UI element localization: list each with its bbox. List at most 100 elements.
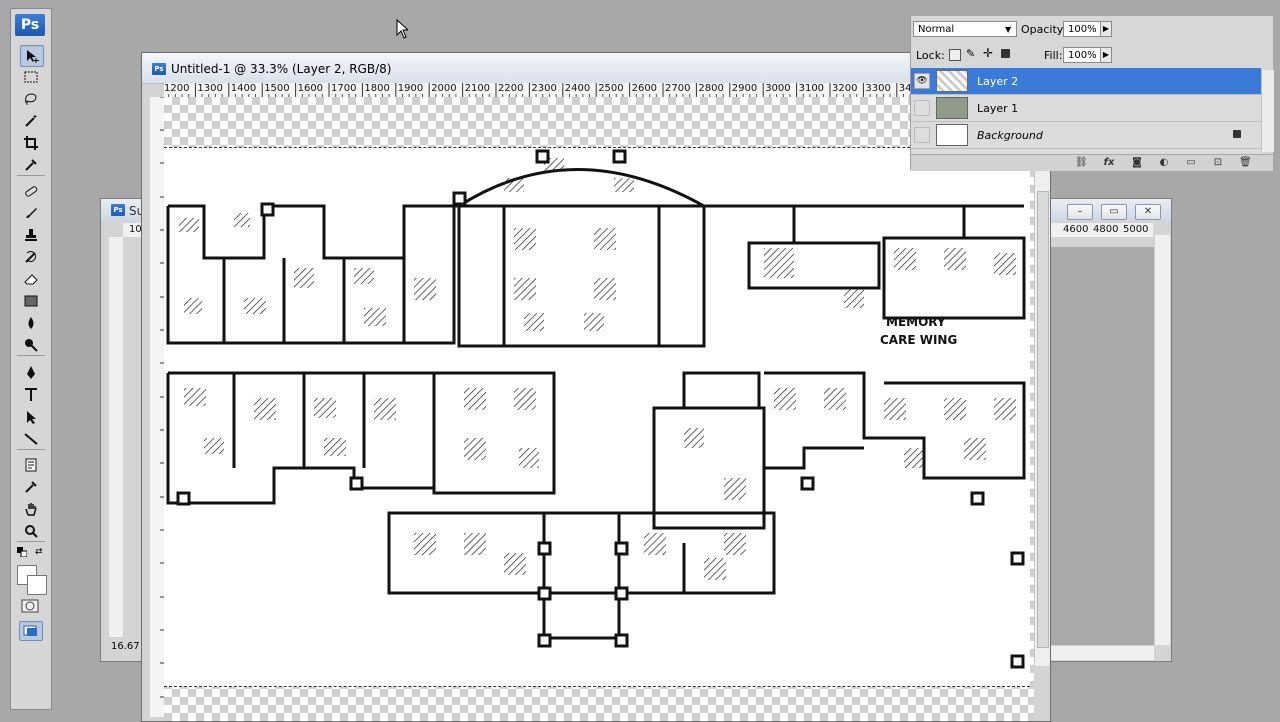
link-layers-icon[interactable]: ⛓ xyxy=(1075,157,1088,169)
toolbox-separator xyxy=(17,355,45,356)
layer-name[interactable]: Background xyxy=(977,129,1043,142)
layers-panel-footer: ⛓ fx ◙ ◐ ▭ ⊡ 🗑 xyxy=(911,154,1273,171)
ruler-tick: 2900 xyxy=(731,83,758,94)
ruler-tick: 2600 xyxy=(631,83,658,94)
layers-list: 👁 Layer 2 Layer 1 Background xyxy=(911,68,1261,154)
lock-label: Lock: xyxy=(916,49,945,62)
close-button[interactable]: ✕ xyxy=(1135,204,1161,220)
background-document-canvas[interactable] xyxy=(1046,247,1154,645)
horizontal-ruler[interactable]: 1200 1300 1400 1500 1600 1700 1800 1900 2000 2100… xyxy=(164,83,1034,98)
chevron-down-icon[interactable]: ▼ xyxy=(1005,25,1011,34)
line-tool-icon[interactable] xyxy=(20,429,42,449)
layer-thumbnail xyxy=(936,70,968,92)
adjustment-layer-icon[interactable]: ◐ xyxy=(1158,157,1170,169)
lock-all-icon[interactable] xyxy=(1001,49,1010,58)
background-document-vertical-ruler xyxy=(109,237,123,637)
crop-tool-icon[interactable] xyxy=(20,133,42,153)
layer-name[interactable]: Layer 1 xyxy=(977,102,1018,115)
move-tool-icon[interactable] xyxy=(20,45,44,67)
toolbox-separator xyxy=(17,541,45,542)
layer-row-layer-2[interactable]: 👁 Layer 2 xyxy=(911,68,1261,95)
gradient-tool-icon[interactable] xyxy=(20,291,42,311)
ruler-tick: 5000 xyxy=(1123,224,1149,235)
layer-row-layer-1[interactable]: Layer 1 xyxy=(911,95,1261,122)
horizontal-scrollbar[interactable] xyxy=(1046,645,1154,660)
ruler-tick: 3100 xyxy=(798,83,825,94)
layer-row-background[interactable]: Background xyxy=(911,122,1261,149)
ruler-tick: 2100 xyxy=(464,83,491,94)
background-color-swatch[interactable] xyxy=(27,575,47,595)
eraser-tool-icon[interactable] xyxy=(20,269,42,289)
type-tool-icon[interactable] xyxy=(20,385,42,405)
screen-mode-icon[interactable] xyxy=(19,621,43,641)
eye-icon[interactable] xyxy=(914,127,930,143)
add-mask-icon[interactable]: ◙ xyxy=(1131,157,1143,169)
ruler-tick: 2800 xyxy=(698,83,724,94)
vertical-scrollbar[interactable] xyxy=(1034,171,1050,666)
photoshop-logo: Ps xyxy=(15,14,45,36)
lock-image-icon[interactable]: ✎ xyxy=(966,47,975,60)
path-selection-tool-icon[interactable] xyxy=(20,407,42,427)
color-sampler-tool-icon[interactable] xyxy=(20,477,42,497)
vertical-scrollbar[interactable] xyxy=(1154,235,1170,645)
ruler-tick: 4800 xyxy=(1093,224,1119,235)
ruler-tick: 1900 xyxy=(397,83,424,94)
maximize-button[interactable]: ▭ xyxy=(1101,204,1127,220)
default-colors-icon[interactable] xyxy=(17,547,28,558)
healing-brush-tool-icon[interactable] xyxy=(20,181,42,201)
marquee-tool-icon[interactable] xyxy=(20,67,42,87)
toolbox-separator xyxy=(17,449,45,450)
blend-mode-select[interactable]: Normal xyxy=(913,21,1017,37)
layers-scrollbar[interactable] xyxy=(1261,70,1274,152)
lasso-tool-icon[interactable] xyxy=(20,89,42,109)
eye-icon[interactable] xyxy=(914,100,930,116)
opacity-slider-button[interactable]: ▶ xyxy=(1100,21,1112,37)
hand-tool-icon[interactable] xyxy=(20,499,42,519)
plan-label-care-wing: CARE WING xyxy=(880,333,957,347)
lock-icon xyxy=(1233,130,1241,138)
opacity-input[interactable]: 100% xyxy=(1063,21,1101,37)
lock-transparent-icon[interactable] xyxy=(949,49,961,61)
delete-layer-icon[interactable]: 🗑 xyxy=(1239,157,1252,169)
history-brush-tool-icon[interactable] xyxy=(20,247,42,267)
swap-colors-icon[interactable]: ⇄ xyxy=(35,547,45,557)
quick-mask-icon[interactable] xyxy=(21,599,39,613)
lock-position-icon[interactable]: ✛ xyxy=(983,46,993,60)
ruler-tick: 2500 xyxy=(598,83,624,94)
ps-document-icon: Ps xyxy=(111,204,125,216)
fill-slider-button[interactable]: ▶ xyxy=(1100,47,1112,63)
ruler-tick: 2000 xyxy=(431,83,457,94)
notes-tool-icon[interactable] xyxy=(20,455,42,475)
document-canvas[interactable]: MEMORY CARE WING xyxy=(164,97,1034,721)
pen-tool-icon[interactable] xyxy=(20,363,42,383)
fill-input[interactable]: 100% xyxy=(1063,47,1101,63)
layer-style-icon[interactable]: fx xyxy=(1103,157,1115,169)
new-group-icon[interactable]: ▭ xyxy=(1185,157,1197,169)
clone-stamp-tool-icon[interactable] xyxy=(20,225,42,245)
brush-tool-icon[interactable] xyxy=(20,203,42,223)
scrollbar-thumb[interactable] xyxy=(1037,191,1049,648)
zoom-tool-icon[interactable] xyxy=(20,521,42,541)
fill-label: Fill: xyxy=(1044,49,1063,62)
plan-label-memory: MEMORY xyxy=(886,315,946,329)
ruler-tick: 2200 xyxy=(498,83,524,94)
document-title: Untitled-1 @ 33.3% (Layer 2, RGB/8) xyxy=(171,62,392,76)
ruler-tick: 2300 xyxy=(531,83,557,94)
dodge-tool-icon[interactable] xyxy=(20,335,42,355)
eye-icon[interactable]: 👁 xyxy=(914,73,930,89)
layer-name[interactable]: Layer 2 xyxy=(977,75,1018,88)
ruler-tick: 1300 xyxy=(197,83,223,94)
ruler-tick: 1200 xyxy=(164,83,190,94)
vertical-ruler[interactable] xyxy=(150,97,165,717)
tools-panel: Ps ⇄ xyxy=(10,8,52,710)
eyedropper-tool-icon[interactable] xyxy=(20,155,42,175)
blur-tool-icon[interactable] xyxy=(20,313,42,333)
layers-panel: Normal ▼ Opacity: 100% ▶ Lock: ✎ ✛ Fill:… xyxy=(910,16,1274,171)
new-layer-icon[interactable]: ⊡ xyxy=(1212,157,1224,169)
minimize-button[interactable]: – xyxy=(1067,204,1093,220)
ruler-tick: 2400 xyxy=(564,83,591,94)
layer-thumbnail xyxy=(936,97,968,119)
magic-wand-tool-icon[interactable] xyxy=(20,111,42,131)
ruler-tick: 1400 xyxy=(230,83,257,94)
floor-plan-image[interactable]: MEMORY CARE WING xyxy=(164,147,1030,687)
